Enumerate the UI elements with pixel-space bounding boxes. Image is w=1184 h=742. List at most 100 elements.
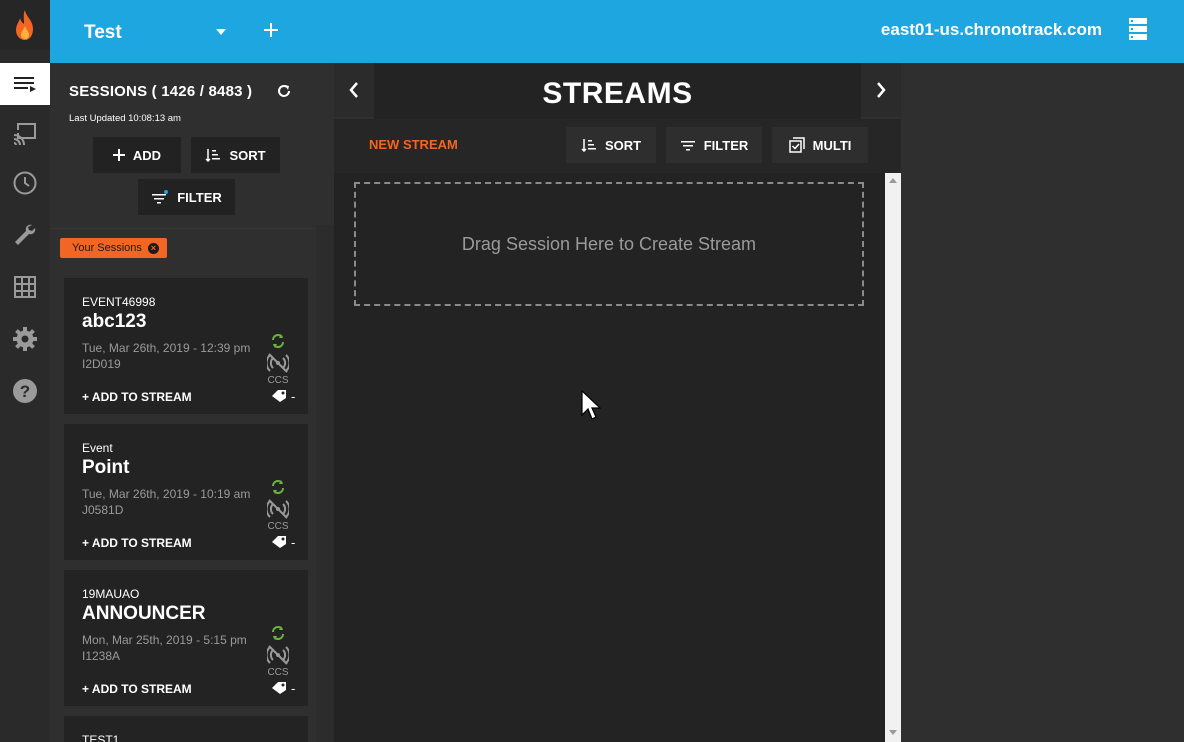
panel-gutter [316,225,334,742]
session-name: abc123 [82,311,147,332]
filter-icon [152,190,169,204]
ccs-label: CCS [267,667,289,678]
session-id: J0581D [82,503,124,517]
add-to-stream-button[interactable]: + ADD TO STREAM [82,536,192,550]
rail-item-cast[interactable] [0,113,50,155]
scroll-down-arrow[interactable] [885,726,901,738]
session-code: TEST1 [82,733,120,742]
session-id: I2D019 [82,357,121,371]
app-logo[interactable] [0,0,50,50]
session-code: 19MAUAO [82,587,140,601]
sort-streams-button[interactable]: SORT [566,127,656,163]
session-code: EVENT46998 [82,295,156,309]
add-session-button[interactable]: ADD [93,137,181,173]
divider [50,228,334,229]
plus-icon [112,149,125,161]
session-date: Tue, Mar 26th, 2019 - 10:19 am [82,487,251,501]
remove-filter-icon[interactable]: × [147,242,159,254]
session-name: ANNOUNCER [82,603,206,624]
signal-off-icon [267,645,289,665]
session-card[interactable]: Event Point Tue, Mar 26th, 2019 - 10:19 … [64,424,308,560]
ccs-label: CCS [267,521,289,532]
signal-off-icon [267,353,289,373]
filter-label: FILTER [177,189,222,205]
rail-item-sessions[interactable] [0,63,50,105]
rail-item-history[interactable] [0,162,50,204]
empty-area [901,63,1184,742]
gear-icon [13,327,37,351]
top-bar: Test east01-us.chronotrack.com [50,0,1184,63]
sync-icon [272,626,284,640]
sessions-panel: SESSIONS ( 1426 / 8483 ) Last Updated 10… [50,63,334,742]
chevron-right-icon [877,82,886,98]
left-rail: ? [0,0,50,742]
tag-value: - [291,681,296,696]
last-updated: Last Updated 10:08:13 am [69,113,181,124]
tag-icon [272,536,286,548]
session-card[interactable]: EVENT46998 abc123 Tue, Mar 26th, 2019 - … [64,278,308,414]
add-label: ADD [132,147,162,163]
svg-text:?: ? [20,382,30,401]
session-card[interactable]: TEST1 [64,716,308,742]
cast-icon [13,123,36,146]
streams-next-button[interactable] [861,63,901,117]
event-selector[interactable]: Test [84,22,122,44]
session-date: Mon, Mar 25th, 2019 - 5:15 pm [82,633,247,647]
sort-icon [581,139,596,152]
sessions-title: SESSIONS ( 1426 / 8483 ) [69,83,253,100]
rail-item-help[interactable]: ? [0,370,50,412]
app: ? Test east01-us.chronotrack.com SESSION… [0,0,1184,742]
filter-sessions-button[interactable]: FILTER [138,179,235,215]
sort-icon [205,149,221,162]
streams-header: STREAMS [374,63,861,119]
refresh-icon[interactable] [276,83,292,99]
filter-label: FILTER [703,137,749,153]
mouse-cursor-icon [581,390,601,420]
sync-icon [272,334,284,348]
server-icon[interactable] [1128,17,1148,41]
session-date: Tue, Mar 26th, 2019 - 12:39 pm [82,341,251,355]
host-label: east01-us.chronotrack.com [880,20,1102,39]
ccs-label: CCS [267,375,289,386]
session-name: Point [82,457,130,478]
scroll-up-arrow[interactable] [885,174,901,186]
multi-label: MULTI [812,137,852,153]
help-icon: ? [13,379,37,403]
rail-item-settings[interactable] [0,318,50,360]
multi-select-button[interactable]: MULTI [772,127,868,163]
sort-sessions-button[interactable]: SORT [191,137,280,173]
sort-label: SORT [604,137,642,153]
wrench-icon [15,224,36,245]
add-to-stream-button[interactable]: + ADD TO STREAM [82,390,192,404]
signal-off-icon [267,499,289,519]
menu-list-icon [14,77,36,92]
add-event-icon[interactable] [262,21,280,39]
rail-item-grid[interactable] [0,266,50,308]
tag-value: - [291,389,296,404]
filter-icon [680,141,695,151]
tag-icon [272,390,286,402]
chevron-left-icon [349,82,358,98]
caret-down-icon [889,729,897,735]
add-to-stream-button[interactable]: + ADD TO STREAM [82,682,192,696]
streams-list: Drag Session Here to Create Stream [334,173,885,742]
rail-item-tools[interactable] [0,214,50,256]
streams-scrollbar[interactable] [885,173,901,742]
stream-dropzone[interactable]: Drag Session Here to Create Stream [354,182,864,306]
new-stream-button[interactable]: NEW STREAM [369,137,458,152]
filter-chip-label: Your Sessions [72,242,142,254]
session-card[interactable]: 19MAUAO ANNOUNCER Mon, Mar 25th, 2019 - … [64,570,308,706]
tag-icon [272,682,286,694]
streams-title: STREAMS [542,77,693,110]
tag-value: - [291,535,296,550]
filter-streams-button[interactable]: FILTER [666,127,762,163]
session-id: I1238A [82,649,121,663]
streams-prev-button[interactable] [334,63,374,117]
filter-chip[interactable]: Your Sessions × [60,238,167,258]
caret-up-icon [889,177,897,183]
grid-icon [14,276,36,298]
streams-toolbar: NEW STREAM SORT FILTER MULTI [334,119,901,173]
clock-icon [13,171,37,195]
caret-down-icon[interactable] [215,28,227,36]
sort-label: SORT [229,147,266,163]
